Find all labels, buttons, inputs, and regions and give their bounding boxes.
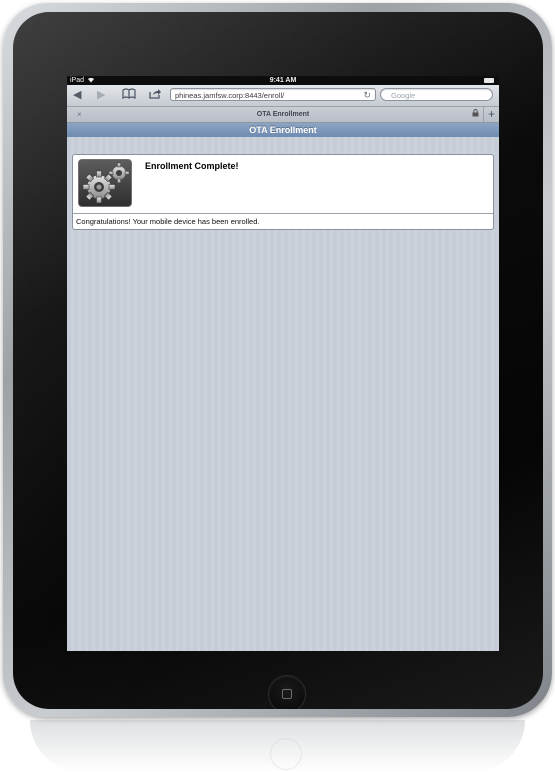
card-divider (73, 213, 493, 214)
home-square-icon (282, 689, 292, 699)
page-title: OTA Enrollment (67, 123, 499, 138)
battery-icon (484, 78, 494, 83)
home-button[interactable] (268, 675, 306, 709)
search-placeholder: Google (391, 91, 416, 100)
enrollment-card: Enrollment Complete! Congratulations! Yo… (72, 154, 494, 230)
status-time: 9:41 AM (269, 77, 297, 84)
settings-gears-icon (78, 159, 132, 207)
page-body: Enrollment Complete! Congratulations! Yo… (67, 137, 499, 651)
lock-icon (472, 109, 479, 121)
card-title: Enrollment Complete! (145, 161, 239, 171)
status-bar: iPad 9:41 AM (67, 76, 499, 85)
reflection-home-button (270, 738, 302, 770)
browser-toolbar: ◀ ▶ phineas.jamfsw.corp:8443/enroll/ ↻ G… (67, 85, 499, 107)
reload-icon[interactable]: ↻ (363, 89, 371, 102)
address-bar[interactable]: phineas.jamfsw.corp:8443/enroll/ ↻ (170, 88, 376, 101)
ipad-screen: iPad 9:41 AM ◀ ▶ phineas.jamfsw.corp:844… (67, 76, 499, 651)
device-reflection (30, 720, 525, 772)
tab-title[interactable]: OTA Enrollment (67, 107, 499, 122)
forward-icon[interactable]: ▶ (97, 88, 105, 102)
tab-bar: × OTA Enrollment + (67, 107, 499, 123)
search-input[interactable]: Google (380, 88, 493, 101)
back-icon[interactable]: ◀ (73, 88, 81, 102)
address-url: phineas.jamfsw.corp:8443/enroll/ (175, 91, 285, 100)
share-icon[interactable] (149, 88, 161, 103)
bookmarks-icon[interactable] (122, 88, 136, 104)
card-message: Congratulations! Your mobile device has … (76, 217, 260, 226)
new-tab-icon[interactable]: + (483, 107, 499, 122)
